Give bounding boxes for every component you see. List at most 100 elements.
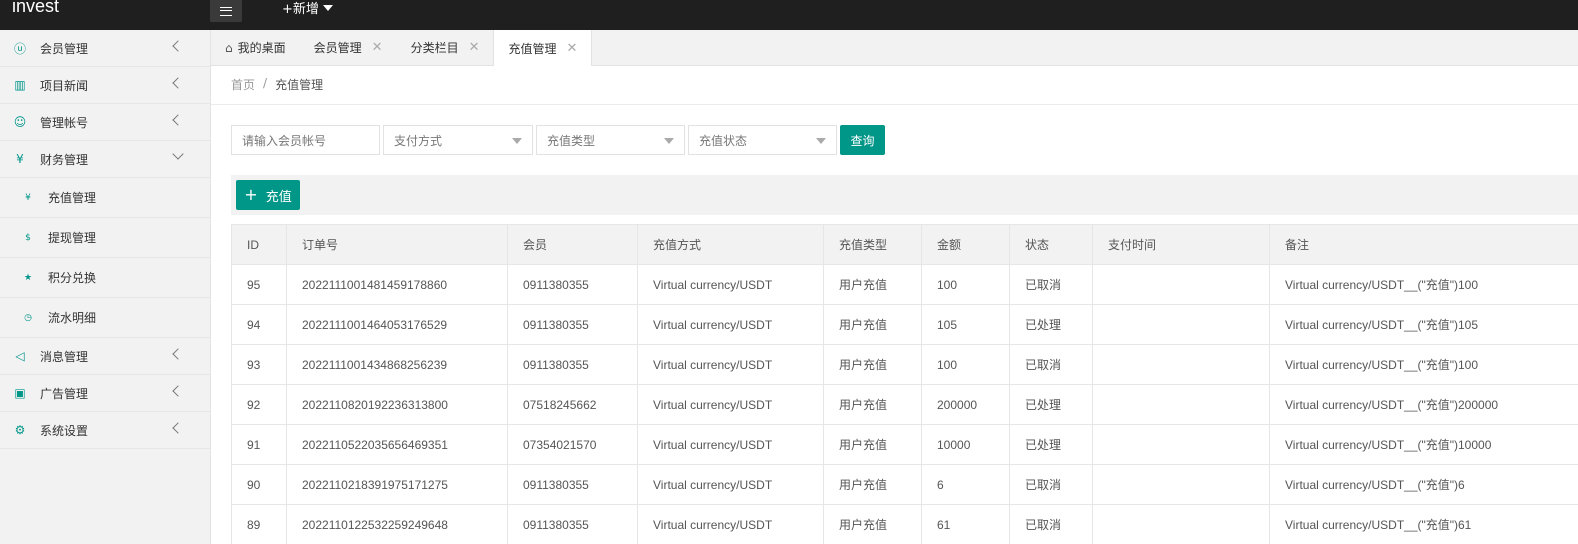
table-cell: 用户充值 (823, 264, 922, 305)
user-icon: ⓤ (13, 41, 26, 56)
dollar-circle-icon: $ (25, 232, 31, 243)
tab-desktop[interactable]: ⌂ 我的桌面 (211, 30, 300, 65)
menu-toggle-button[interactable] (210, 0, 242, 22)
table-cell: Virtual currency/USDT (637, 504, 824, 544)
sidebar-subitem-recharge[interactable]: ¥ 充值管理 (0, 178, 210, 218)
chevron-left-icon (172, 422, 184, 434)
add-new-menu[interactable]: +新增 (282, 0, 333, 17)
close-icon[interactable]: ✕ (567, 41, 578, 56)
table-cell: 10000 (921, 424, 1010, 465)
caret-down-icon (322, 4, 333, 11)
table-cell (1092, 504, 1270, 544)
close-icon[interactable]: ✕ (469, 40, 480, 55)
column-header: 备注 (1269, 224, 1578, 265)
yen-circle-icon: ¥ (25, 192, 31, 203)
table-cell: 90 (231, 464, 287, 505)
table-cell: Virtual currency/USDT (637, 384, 824, 425)
table-cell: 93 (231, 344, 287, 385)
sidebar-item-finance[interactable]: ¥ 财务管理 (0, 141, 210, 178)
table-cell: 2022111001481459178860 (286, 264, 508, 305)
sidebar-item-ads[interactable]: ▣ 广告管理 (0, 375, 210, 412)
account-search-input[interactable]: 请输入会员帐号 (231, 125, 380, 155)
column-header: 状态 (1009, 224, 1093, 265)
table-row[interactable]: 95 2022111001481459178860 0911380355 Virtua… (231, 264, 1578, 305)
table-cell: 92 (231, 384, 287, 425)
top-bar: invest +新增 (0, 0, 1578, 30)
table-cell: Virtual currency/USDT__("充值")100 (1269, 344, 1578, 385)
table-cell: 100 (921, 344, 1010, 385)
table-cell: 07518245662 (507, 384, 638, 425)
tab-label: 我的桌面 (237, 41, 286, 55)
tab-label: 会员管理 (313, 41, 362, 55)
column-header: 金额 (921, 224, 1010, 265)
sidebar-subitem-withdraw[interactable]: $ 提现管理 (0, 218, 210, 258)
close-icon[interactable]: ✕ (372, 40, 383, 55)
sidebar-item-messages[interactable]: ◁ 消息管理 (0, 338, 210, 375)
table-cell: 用户充值 (823, 464, 922, 505)
sidebar-item-news[interactable]: ▥ 项目新闻 (0, 67, 210, 104)
table-cell (1092, 304, 1270, 345)
table-cell: 95 (231, 264, 287, 305)
table-row[interactable]: 93 2022111001434868256239 0911380355 Virtua… (231, 344, 1578, 385)
sidebar-subitem-transactions[interactable]: ◷ 流水明细 (0, 298, 210, 338)
sidebar-item-members[interactable]: ⓤ 会员管理 (0, 30, 210, 67)
sidebar-item-admin-accounts[interactable]: ☺ 管理帐号 (0, 104, 210, 141)
table-cell: Virtual currency/USDT (637, 304, 824, 345)
table-header-row: ID 订单号 会员 充值方式 充值类型 金额 状态 支付时间 备注 (231, 224, 1578, 265)
table-cell: Virtual currency/USDT (637, 464, 824, 505)
clock-icon: ◷ (24, 312, 32, 323)
divider (211, 104, 1578, 105)
table-cell: 用户充值 (823, 504, 922, 544)
table-row[interactable]: 91 2022110522035656469351 07354021570 Virtu… (231, 424, 1578, 465)
plus-icon: + (244, 185, 258, 204)
recharge-status-select[interactable]: 充值状态 (688, 125, 837, 155)
table-cell: Virtual currency/USDT (637, 264, 824, 305)
sidebar-item-label: 系统设置 (40, 423, 89, 438)
add-recharge-button[interactable]: + 充值 (236, 180, 300, 210)
table-cell: 已处理 (1009, 424, 1093, 465)
table-cell: 0911380355 (507, 304, 638, 345)
breadcrumb-home[interactable]: 首页 (231, 76, 255, 93)
table-cell: 2022111001434868256239 (286, 344, 508, 385)
table-cell: 2022110218391975171275 (286, 464, 508, 505)
table-row[interactable]: 92 2022110820192236313800 07518245662 Virtu… (231, 384, 1578, 425)
table-cell: 200000 (921, 384, 1010, 425)
table-cell: 0911380355 (507, 464, 638, 505)
recharge-type-select[interactable]: 充值类型 (536, 125, 685, 155)
table-cell (1092, 264, 1270, 305)
sidebar-item-label: 管理帐号 (40, 115, 89, 130)
table-row[interactable]: 89 2022110122532259249648 0911380355 Virtua… (231, 504, 1578, 544)
column-header: ID (231, 224, 287, 265)
table-cell: 100 (921, 264, 1010, 305)
table-cell: 94 (231, 304, 287, 345)
column-header: 充值类型 (823, 224, 922, 265)
sidebar-item-settings[interactable]: ⚙ 系统设置 (0, 412, 210, 449)
breadcrumb-current: 充值管理 (275, 78, 324, 92)
pay-method-label: 支付方式 (394, 133, 443, 148)
table-row[interactable]: 94 2022111001464053176529 0911380355 Virtua… (231, 304, 1578, 345)
sidebar-subitem-label: 流水明细 (48, 311, 97, 325)
table-row[interactable]: 90 2022110218391975171275 0911380355 Virtua… (231, 464, 1578, 505)
tab-recharge[interactable]: 充值管理 ✕ (493, 30, 593, 66)
table-cell: 0911380355 (507, 264, 638, 305)
tab-categories[interactable]: 分类栏目 ✕ (397, 30, 494, 65)
breadcrumb-separator: / (263, 76, 268, 90)
speaker-icon: ◁ (15, 349, 25, 363)
search-button[interactable]: 查询 (840, 125, 885, 155)
book-icon: ▥ (14, 78, 26, 92)
table-cell: 已取消 (1009, 264, 1093, 305)
tab-members[interactable]: 会员管理 ✕ (300, 30, 397, 65)
pay-method-select[interactable]: 支付方式 (383, 125, 533, 155)
table-cell: 89 (231, 504, 287, 544)
recharge-type-label: 充值类型 (547, 133, 596, 148)
chevron-left-icon (172, 77, 184, 89)
hamburger-icon (220, 6, 232, 16)
account-placeholder: 请输入会员帐号 (242, 133, 327, 148)
sidebar-subitem-points[interactable]: ★ 积分兑换 (0, 258, 210, 298)
table-cell: 已处理 (1009, 384, 1093, 425)
chevron-left-icon (172, 385, 184, 397)
table-cell: 2022110122532259249648 (286, 504, 508, 544)
admin-user-icon: ☺ (13, 115, 27, 129)
star-icon: ★ (23, 272, 33, 283)
table-cell: 6 (921, 464, 1010, 505)
